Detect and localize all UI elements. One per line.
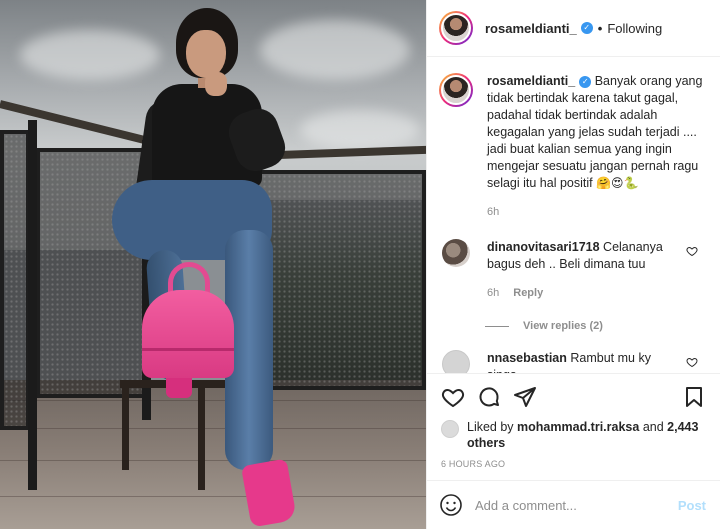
comment-item: dinanovitasari1718 Celananya bagus deh .… bbox=[439, 239, 704, 302]
post-comment-button[interactable]: Post bbox=[678, 498, 706, 513]
comment-icon bbox=[479, 387, 499, 406]
reply-button[interactable]: Reply bbox=[513, 287, 543, 299]
likes-summary: Liked by mohammad.tri.raksa and 2,443 ot… bbox=[427, 419, 720, 451]
liker-avatar[interactable] bbox=[441, 420, 459, 438]
caption-emojis: 🤗😍🐍 bbox=[596, 176, 639, 190]
comment-item: nnasebastian Rambut mu ky singa bbox=[439, 350, 704, 373]
comment-input[interactable] bbox=[475, 497, 678, 513]
railing-post bbox=[28, 120, 37, 490]
cloud bbox=[260, 20, 410, 80]
add-comment-bar: Post bbox=[427, 481, 720, 529]
view-replies-button[interactable]: View replies (2) bbox=[485, 320, 704, 332]
commenter-avatar[interactable] bbox=[442, 350, 470, 373]
railing-mesh bbox=[0, 130, 30, 430]
caption-text: Banyak orang yang tidak bertindak karena… bbox=[487, 74, 703, 190]
bookmark-icon bbox=[686, 386, 702, 407]
comment-time: 6h bbox=[487, 287, 500, 299]
heart-icon[interactable] bbox=[686, 356, 698, 368]
post-header: rosameldianti_ ✓ • Following bbox=[427, 0, 720, 57]
caption-time: 6h bbox=[487, 206, 500, 218]
caption: rosameldianti_ ✓ Banyak orang yang tidak … bbox=[439, 73, 704, 221]
heart-icon[interactable] bbox=[686, 245, 698, 257]
author-avatar[interactable] bbox=[439, 73, 473, 107]
comments-list[interactable]: rosameldianti_ ✓ Banyak orang yang tidak … bbox=[427, 57, 720, 373]
chair-leg bbox=[198, 380, 205, 490]
share-button[interactable] bbox=[511, 383, 539, 411]
verified-badge-icon: ✓ bbox=[580, 22, 593, 34]
commenter-avatar[interactable] bbox=[442, 239, 470, 267]
separator-dot: • bbox=[597, 20, 603, 36]
liker-username[interactable]: mohammad.tri.raksa bbox=[517, 420, 639, 434]
cloud bbox=[20, 30, 160, 80]
post-dialog: rosameldianti_ ✓ • Following rosameldian… bbox=[0, 0, 720, 529]
chair-leg bbox=[122, 380, 129, 470]
pink-handbag bbox=[142, 290, 234, 378]
author-avatar[interactable] bbox=[439, 11, 473, 45]
following-button[interactable]: Following bbox=[607, 21, 662, 36]
comment-username[interactable]: nnasebastian bbox=[487, 351, 567, 365]
likes-and: and bbox=[642, 420, 664, 434]
paper-plane-icon bbox=[514, 386, 536, 407]
smiley-icon[interactable] bbox=[439, 493, 463, 517]
post-photo[interactable] bbox=[0, 0, 426, 529]
save-button[interactable] bbox=[680, 383, 708, 411]
author-username[interactable]: rosameldianti_ bbox=[485, 21, 577, 36]
post-timestamp[interactable]: 6 HOURS AGO bbox=[427, 451, 720, 481]
verified-badge-icon: ✓ bbox=[579, 76, 592, 88]
view-replies-label: View replies (2) bbox=[523, 320, 603, 332]
heart-icon bbox=[441, 388, 465, 407]
likes-prefix: Liked by bbox=[467, 420, 514, 434]
action-bar bbox=[427, 373, 720, 419]
caption-username[interactable]: rosameldianti_ bbox=[487, 74, 575, 88]
comment-username[interactable]: dinanovitasari1718 bbox=[487, 240, 600, 254]
comment-button[interactable] bbox=[475, 383, 503, 411]
floor bbox=[0, 380, 426, 529]
railing-mesh bbox=[248, 170, 426, 390]
divider-line bbox=[485, 325, 509, 327]
like-button[interactable] bbox=[439, 383, 467, 411]
post-sidebar: rosameldianti_ ✓ • Following rosameldian… bbox=[426, 0, 720, 529]
cloud bbox=[300, 110, 420, 150]
